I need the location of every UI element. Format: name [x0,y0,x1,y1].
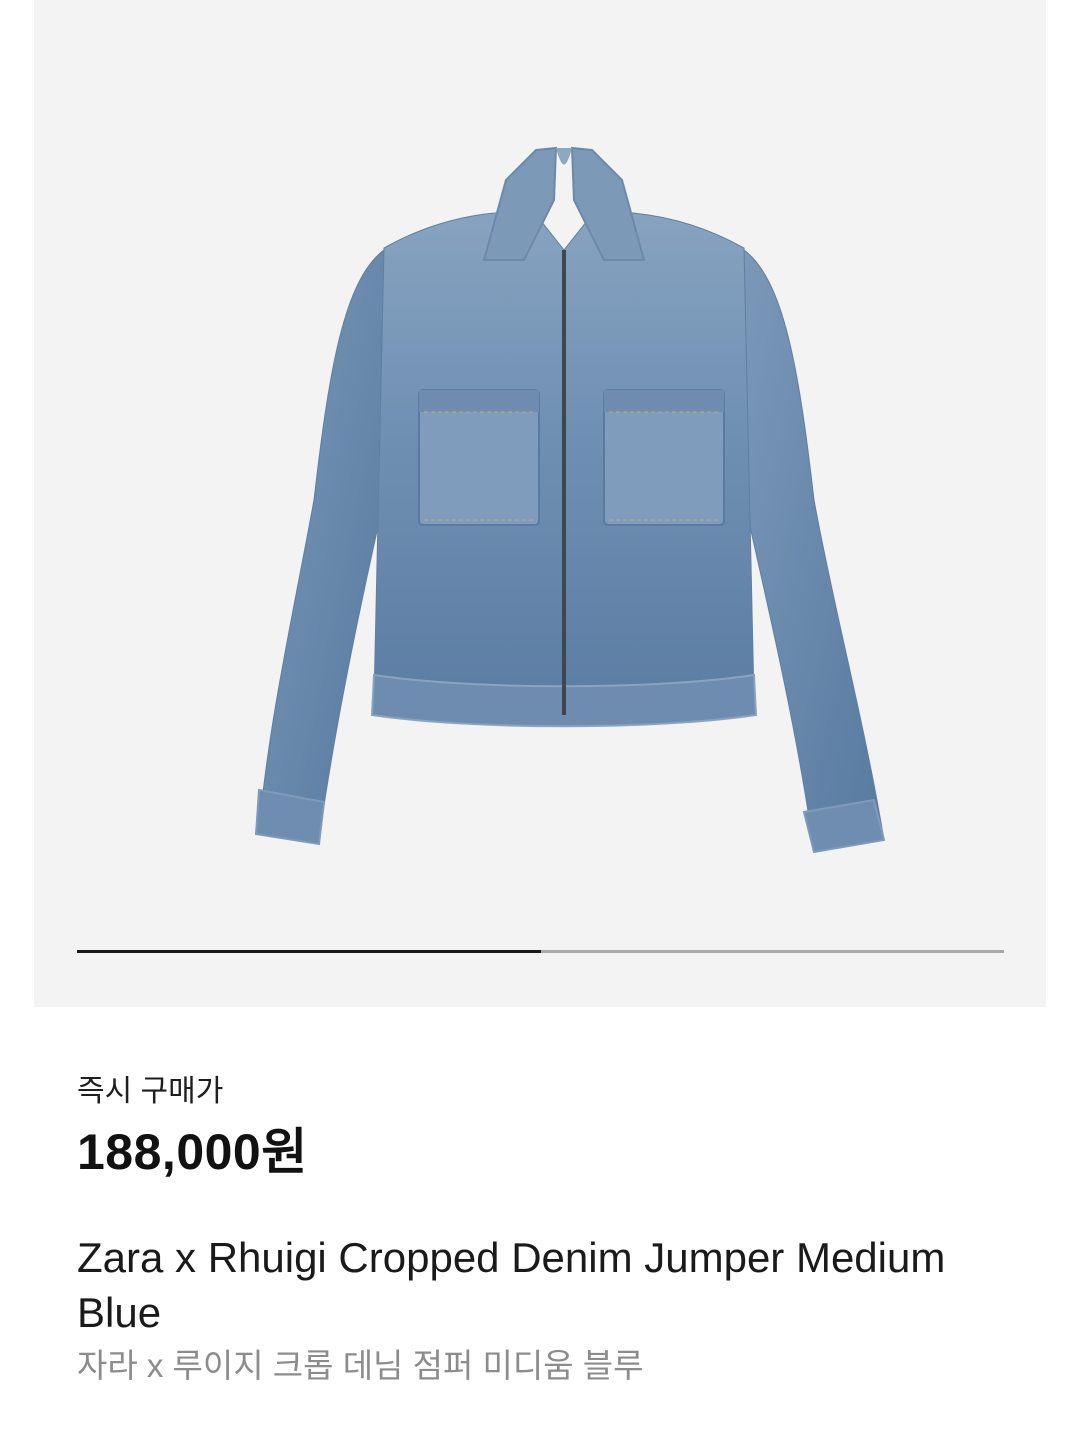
gallery-progress-fill [77,950,541,953]
product-image-gallery[interactable] [34,0,1046,1007]
instant-buy-price: 188,000원 [77,1124,308,1180]
product-title-korean: 자라 x 루이지 크롭 데님 점퍼 미디움 블루 [77,1347,644,1384]
gallery-progress-track [77,950,1004,953]
instant-buy-price-label: 즉시 구매가 [77,1075,224,1108]
product-title-english: Zara x Rhuigi Cropped Denim Jumper Mediu… [77,1234,946,1336]
product-info: 즉시 구매가 188,000원 Zara x Rhuigi Cropped De… [77,1072,1037,1388]
denim-jacket-image[interactable] [224,140,904,870]
